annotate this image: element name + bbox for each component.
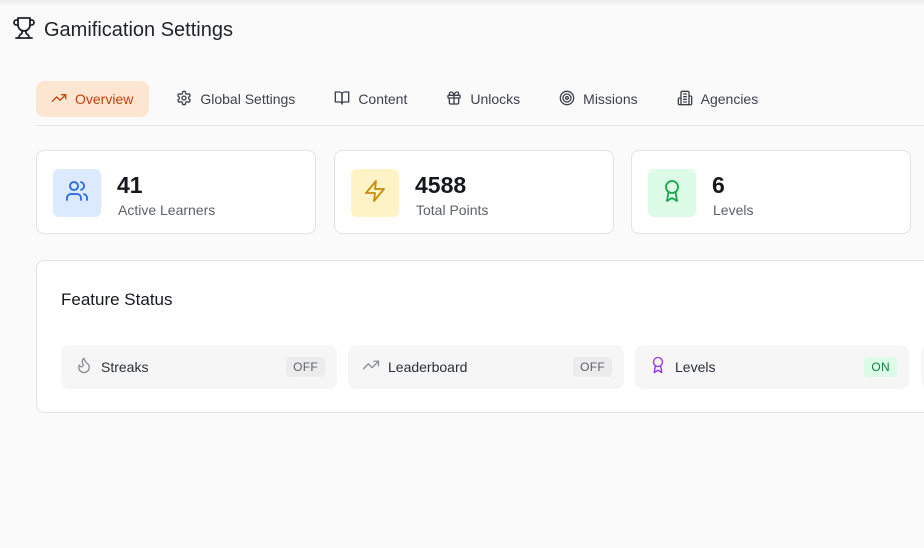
stat-card-total-points: 4588 Total Points <box>334 150 614 234</box>
status-badge: ON <box>864 357 897 377</box>
gear-icon <box>176 90 192 109</box>
tab-label: Unlocks <box>470 91 521 107</box>
building-icon <box>677 90 693 109</box>
tab-unlocks[interactable]: Unlocks <box>431 81 532 117</box>
stat-card-levels: 6 Levels <box>631 150 911 234</box>
tab-agencies[interactable]: Agencies <box>662 81 771 117</box>
status-badge: OFF <box>286 357 325 377</box>
flame-icon <box>75 356 93 379</box>
stat-value: 41 <box>117 172 143 198</box>
feature-label: Levels <box>675 359 716 375</box>
tab-label: Overview <box>75 91 134 107</box>
lightning-icon <box>363 179 387 208</box>
stat-label: Total Points <box>416 202 489 218</box>
tab-label: Missions <box>583 91 638 107</box>
stat-card-active-learners: 41 Active Learners <box>36 150 316 234</box>
trending-up-icon <box>362 356 380 379</box>
tab-content[interactable]: Content <box>319 81 419 117</box>
users-icon <box>65 179 89 208</box>
feature-label: Leaderboard <box>388 359 468 375</box>
feature-item-levels[interactable]: Levels ON <box>635 345 909 389</box>
stat-label: Active Learners <box>118 202 216 218</box>
trophy-icon <box>12 16 36 45</box>
gift-icon <box>446 90 462 109</box>
stat-value: 6 <box>712 172 725 198</box>
book-icon <box>334 90 350 109</box>
tab-label: Global Settings <box>200 91 296 107</box>
page-title: Gamification Settings <box>44 18 233 41</box>
feature-label: Streaks <box>101 359 149 375</box>
tab-overview[interactable]: Overview <box>36 81 150 117</box>
stat-icon-box <box>648 169 696 217</box>
feature-item-streaks[interactable]: Streaks OFF <box>61 345 337 389</box>
stat-icon-box <box>351 169 399 217</box>
target-icon <box>559 90 575 109</box>
tab-label: Content <box>358 91 408 107</box>
stat-icon-box <box>53 169 101 217</box>
tab-label: Agencies <box>700 91 759 107</box>
feature-item-leaderboard[interactable]: Leaderboard OFF <box>348 345 624 389</box>
tab-global-settings[interactable]: Global Settings <box>161 81 307 117</box>
tab-missions[interactable]: Missions <box>544 81 649 117</box>
feature-status-title: Feature Status <box>61 290 173 309</box>
award-icon <box>660 179 684 208</box>
top-shadow <box>0 0 924 6</box>
tab-bar: Overview Global Settings Content Unlocks… <box>36 81 924 126</box>
feature-status-card: Feature Status Streaks OFF Leaderboard O… <box>36 260 924 413</box>
page-header: Gamification Settings <box>12 16 233 45</box>
status-badge: OFF <box>573 357 612 377</box>
stat-label: Levels <box>713 202 754 218</box>
award-icon <box>649 356 667 379</box>
stat-value: 4588 <box>415 172 467 198</box>
trending-up-icon <box>51 90 67 109</box>
